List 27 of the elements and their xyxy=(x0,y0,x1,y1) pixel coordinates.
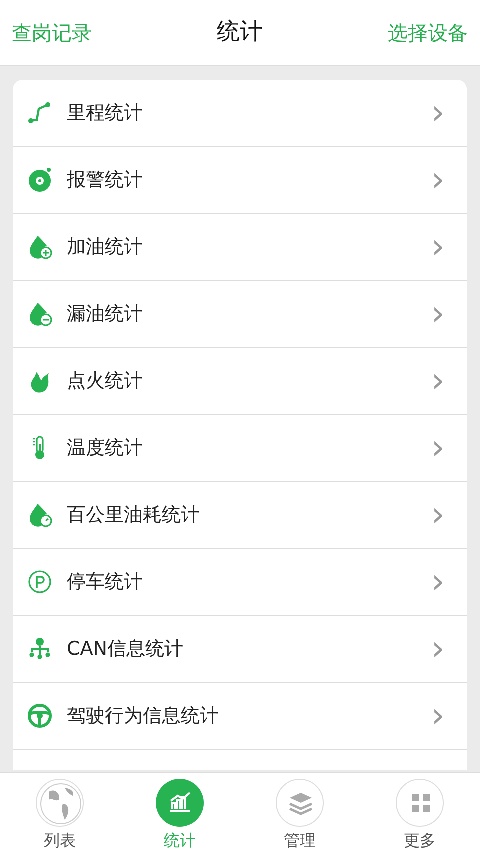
tab-icon xyxy=(276,779,324,827)
fuel-gauge-icon xyxy=(27,502,53,528)
chevron-icon: › xyxy=(431,364,445,398)
fuel-drop-plus-icon xyxy=(27,234,53,260)
chevron-icon: › xyxy=(431,96,445,130)
tab-item[interactable]: 管理 xyxy=(240,773,360,853)
chevron-icon: › xyxy=(431,632,445,666)
steering-wheel-icon xyxy=(27,703,53,729)
alarm-icon xyxy=(27,167,53,193)
chevron-icon: › xyxy=(431,163,445,197)
hierarchy-icon xyxy=(27,636,53,662)
tab-item[interactable]: 更多 xyxy=(360,773,480,853)
chevron-icon: › xyxy=(431,498,445,532)
chevron-icon: › xyxy=(431,230,445,264)
fuel-drop-minus-icon xyxy=(27,301,53,327)
chevron-icon: › xyxy=(431,699,445,733)
chevron-icon: › xyxy=(431,297,445,331)
chevron-icon: › xyxy=(431,431,445,465)
chevron-icon: › xyxy=(431,565,445,599)
tab-icon xyxy=(36,779,84,827)
tab-icon xyxy=(156,779,204,827)
list-item[interactable]: 里程统计 › xyxy=(13,80,467,147)
tab-item[interactable]: 列表 xyxy=(0,773,120,853)
parking-icon xyxy=(27,569,53,595)
tab-icon xyxy=(396,779,444,827)
page-title: 统计 xyxy=(217,18,263,48)
route-icon xyxy=(27,100,53,126)
